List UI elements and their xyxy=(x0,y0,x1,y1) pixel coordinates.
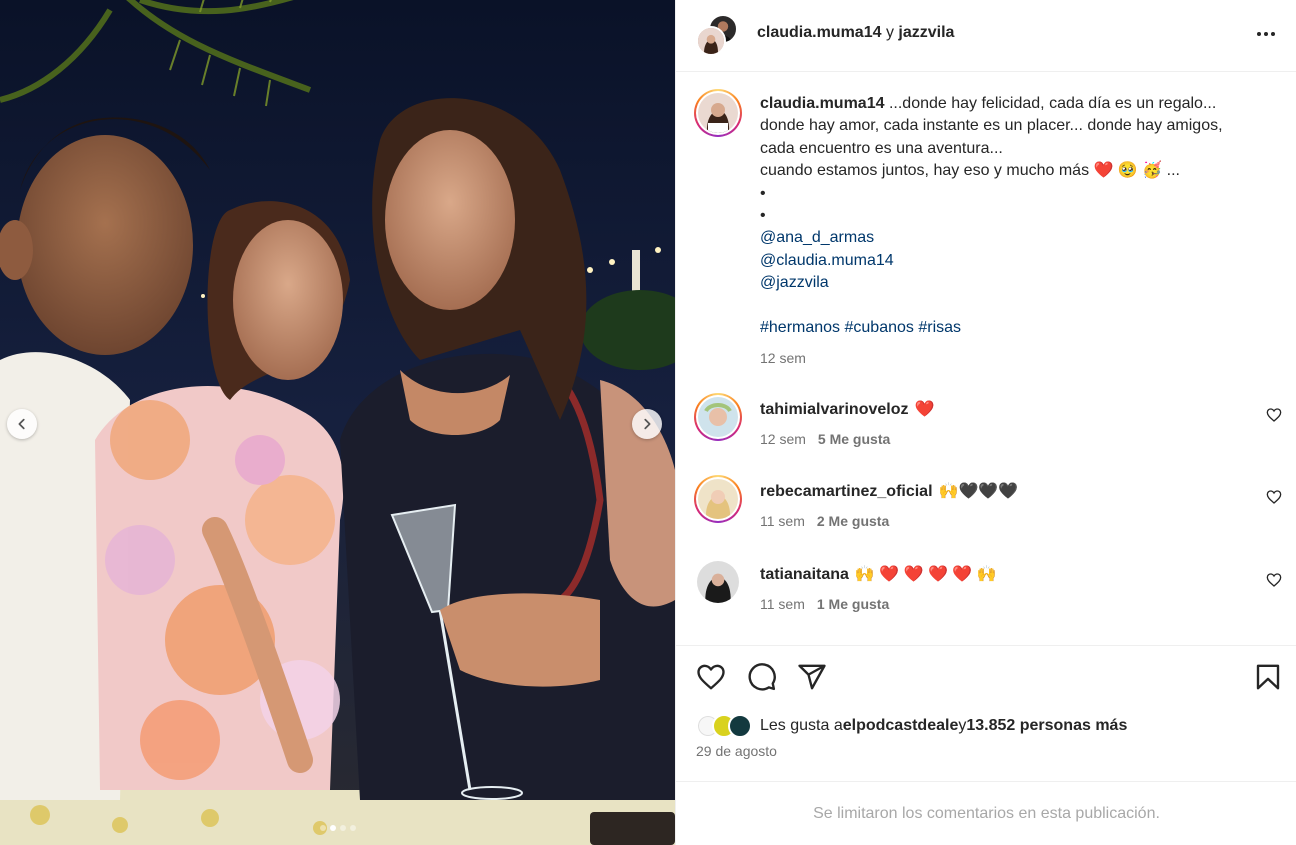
comment-time: 12 sem xyxy=(760,431,806,447)
caption-line-3: cada encuentro es una aventura... xyxy=(760,139,1003,157)
comment-body: tatianaitana 🙌 ❤️ ❤️ ❤️ ❤️ 🙌 xyxy=(760,564,997,584)
likes-joiner: y xyxy=(958,717,967,734)
hashtags: #hermanos #cubanos #risas xyxy=(760,317,1260,339)
comment-likes[interactable]: 5 Me gusta xyxy=(818,431,890,447)
share-icon[interactable] xyxy=(797,662,827,692)
header-user2[interactable]: jazzvila xyxy=(898,24,954,41)
comment-text: 🙌 ❤️ ❤️ ❤️ ❤️ 🙌 xyxy=(854,566,997,583)
hashtag-hermanos[interactable]: #hermanos xyxy=(760,319,840,336)
mention-link[interactable]: @ana_d_armas xyxy=(760,227,1260,249)
comment-username[interactable]: tatianaitana xyxy=(760,566,849,583)
carousel-dots xyxy=(0,825,675,831)
caption-time: 12 sem xyxy=(760,350,806,367)
comment-avatar[interactable] xyxy=(697,561,739,603)
post-sidebar: claudia.muma14 y jazzvila claudia.muma14… xyxy=(675,0,1296,845)
post-caption: claudia.muma14 ...donde hay felicidad, c… xyxy=(760,93,1260,370)
comment-icon[interactable] xyxy=(747,662,777,692)
carousel-next-button[interactable] xyxy=(632,409,662,439)
carousel-dot xyxy=(349,825,356,831)
mention-jazzvila[interactable]: @jazzvila xyxy=(760,274,829,291)
collab-avatars[interactable] xyxy=(696,14,738,56)
bookmark-icon[interactable] xyxy=(1253,662,1283,692)
likes-summary[interactable]: Les gusta a elpodcastdeale y 13.852 pers… xyxy=(696,714,1127,738)
comments-scroll-area[interactable]: claudia.muma14 ...donde hay felicidad, c… xyxy=(676,73,1296,645)
header-title: claudia.muma14 y jazzvila xyxy=(757,24,954,42)
comment-time: 11 sem xyxy=(760,513,805,529)
photo-scene xyxy=(0,0,675,845)
caption-line-2: donde hay amor, cada instante es un plac… xyxy=(760,117,1223,135)
caption-line-1: claudia.muma14 ...donde hay felicidad, c… xyxy=(760,93,1260,115)
comment-avatar[interactable] xyxy=(694,475,742,523)
mention-claudia[interactable]: @claudia.muma14 xyxy=(760,252,894,269)
post-date[interactable]: 29 de agosto xyxy=(696,743,777,759)
heart-icon[interactable] xyxy=(1266,489,1282,505)
comment-item: rebecamartinez_oficial 🙌🖤🖤🖤 11 sem 2 Me gu… xyxy=(676,475,1296,555)
comment-username[interactable]: tahimialvarinoveloz xyxy=(760,401,909,418)
liker-avatar xyxy=(728,714,752,738)
comment-username[interactable]: rebecamartinez_oficial xyxy=(760,483,933,500)
mention-link[interactable]: @claudia.muma14 xyxy=(760,250,1260,272)
comment-item: tahimialvarinoveloz ❤️ 12 sem 5 Me gusta xyxy=(676,393,1296,473)
comment-avatar[interactable] xyxy=(694,393,742,441)
comment-meta: 11 sem 2 Me gusta xyxy=(760,513,889,529)
comment-body: tahimialvarinoveloz ❤️ xyxy=(760,399,934,419)
post-header: claudia.muma14 y jazzvila xyxy=(676,0,1296,72)
chevron-left-icon xyxy=(18,418,25,430)
caption-bullet: • xyxy=(760,184,766,202)
likes-prefix: Les gusta a xyxy=(760,717,843,734)
comments-limited-notice: Se limitaron los comentarios en esta pub… xyxy=(676,781,1296,845)
comment-text: 🙌🖤🖤🖤 xyxy=(938,483,1019,500)
caption-text-1: ...donde hay felicidad, cada día es un r… xyxy=(888,95,1217,112)
caption-bullet: • xyxy=(760,207,766,225)
more-options-button[interactable] xyxy=(1254,22,1278,46)
comment-item: tatianaitana 🙌 ❤️ ❤️ ❤️ ❤️ 🙌 11 sem 1 Me g… xyxy=(676,558,1296,638)
post-actions: Les gusta a elpodcastdeale y 13.852 pers… xyxy=(676,645,1296,780)
more-icon xyxy=(1257,32,1261,36)
liker-avatars xyxy=(696,714,752,738)
caption-avatar[interactable] xyxy=(694,89,742,137)
mention-link[interactable]: @jazzvila xyxy=(760,272,1260,294)
heart-icon[interactable] xyxy=(1266,572,1282,588)
caption-emojis: ❤️ 🥹 🥳 ... xyxy=(1093,162,1180,180)
likes-others[interactable]: 13.852 personas más xyxy=(966,717,1127,735)
comment-body: rebecamartinez_oficial 🙌🖤🖤🖤 xyxy=(760,481,1018,501)
post-photo[interactable] xyxy=(0,0,675,845)
hashtag-risas[interactable]: #risas xyxy=(918,319,961,336)
caption-text-4: cuando estamos juntos, hay eso y mucho m… xyxy=(760,162,1090,180)
comment-meta: 12 sem 5 Me gusta xyxy=(760,431,890,447)
carousel-dot xyxy=(329,825,336,831)
header-user1[interactable]: claudia.muma14 xyxy=(757,24,882,41)
carousel-dot xyxy=(339,825,346,831)
heart-icon[interactable] xyxy=(1266,407,1282,423)
header-joiner: y xyxy=(881,24,899,41)
comment-text: ❤️ xyxy=(914,401,935,418)
caption-line-4: cuando estamos juntos, hay eso y mucho m… xyxy=(760,160,1260,182)
hashtag-cubanos[interactable]: #cubanos xyxy=(845,319,914,336)
likes-user[interactable]: elpodcastdeale xyxy=(843,717,959,735)
comment-meta: 11 sem 1 Me gusta xyxy=(760,596,889,612)
comment-time: 11 sem xyxy=(760,596,805,612)
caption-username[interactable]: claudia.muma14 xyxy=(760,95,885,112)
heart-icon[interactable] xyxy=(696,662,726,692)
carousel-dot xyxy=(319,825,326,831)
comment-likes[interactable]: 1 Me gusta xyxy=(817,596,889,612)
avatar-claudia xyxy=(696,26,726,56)
carousel-prev-button[interactable] xyxy=(7,409,37,439)
chevron-right-icon xyxy=(644,418,651,430)
comment-likes[interactable]: 2 Me gusta xyxy=(817,513,889,529)
mention-ana[interactable]: @ana_d_armas xyxy=(760,229,874,246)
